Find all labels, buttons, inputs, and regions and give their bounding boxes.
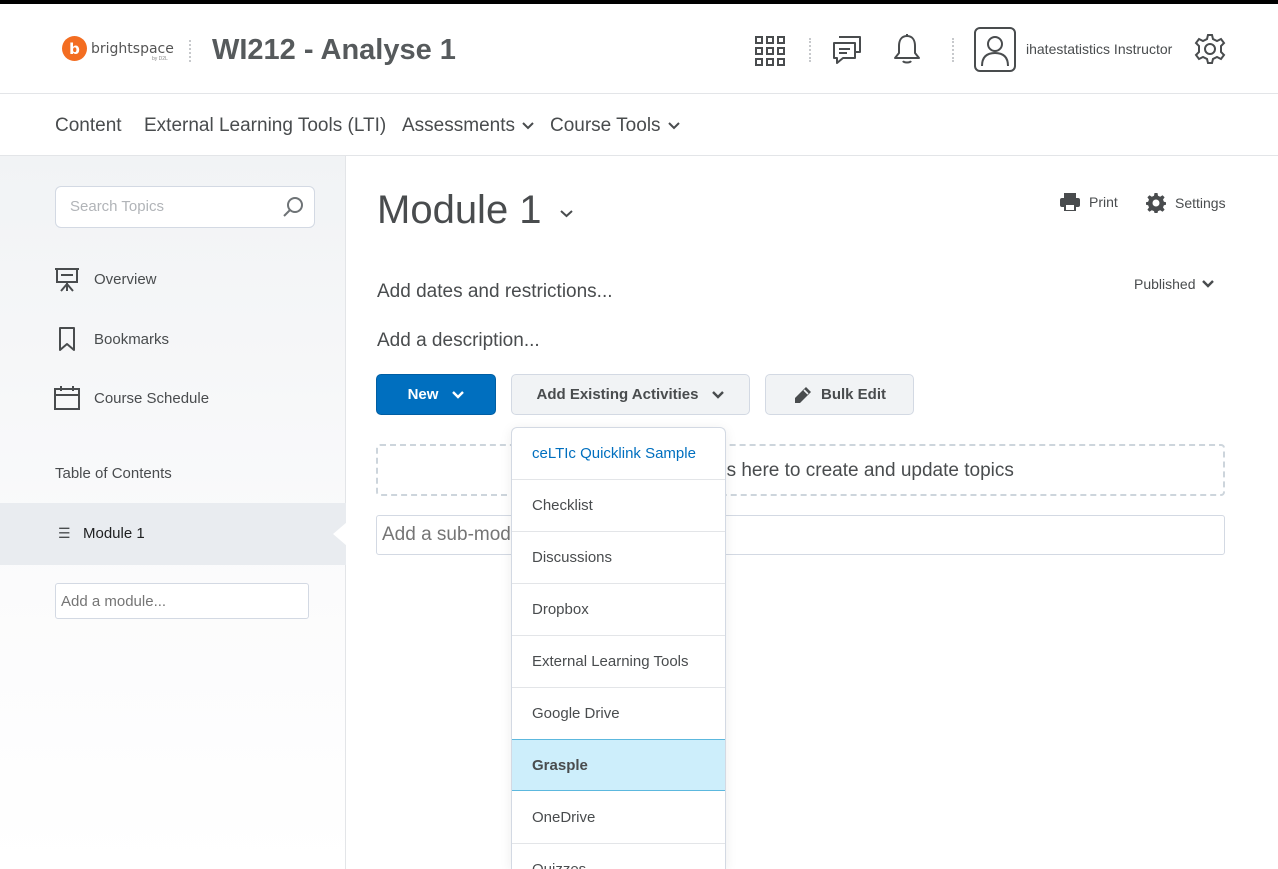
user-name[interactable]: ihatestatistics Instructor <box>1026 41 1172 57</box>
menu-item-label: Quizzes <box>532 861 586 869</box>
logo-sub: by D2L <box>152 56 168 62</box>
menu-item-checklist[interactable]: Checklist <box>512 480 725 532</box>
print-button[interactable]: Print <box>1060 193 1118 211</box>
new-button-label: New <box>407 386 439 403</box>
menu-item-label: OneDrive <box>532 809 596 826</box>
chevron-down-icon <box>522 122 534 130</box>
menu-item-label: Checklist <box>532 497 593 514</box>
bulk-edit-label: Bulk Edit <box>820 386 886 403</box>
nav-content[interactable]: Content <box>55 115 122 137</box>
nav-assessments[interactable]: Assessments <box>402 115 534 137</box>
sidebar-item-bookmarks[interactable]: Bookmarks <box>54 326 169 352</box>
gear-icon <box>1146 193 1166 213</box>
add-module-box <box>55 583 309 619</box>
presentation-icon <box>55 268 79 292</box>
sidebar-module-1[interactable]: ☰ Module 1 <box>0 503 347 565</box>
nav-label: External Learning Tools (LTI) <box>144 115 387 136</box>
chevron-down-icon <box>667 122 680 130</box>
course-title[interactable]: WI212 - Analyse 1 <box>212 34 456 67</box>
search-topics-input[interactable] <box>70 198 270 215</box>
sidebar: Overview Bookmarks Course Schedule Table… <box>0 156 347 869</box>
header-divider <box>952 38 954 62</box>
logo-text: brightspace <box>91 40 174 57</box>
chevron-down-icon <box>712 390 725 399</box>
drag-handle-icon[interactable]: ☰ <box>58 525 71 542</box>
logo-mark: b <box>62 36 87 61</box>
search-icon[interactable] <box>282 196 304 223</box>
chevron-down-icon <box>1201 280 1214 288</box>
add-module-input[interactable] <box>61 593 301 610</box>
user-avatar-icon[interactable] <box>974 27 1016 72</box>
sidebar-item-label: Bookmarks <box>94 330 170 348</box>
brightspace-logo[interactable]: b brightspace by D2L <box>62 36 174 62</box>
add-submodule-box <box>376 515 1225 555</box>
new-button[interactable]: New <box>376 374 496 415</box>
add-dates-link[interactable]: Add dates and restrictions... <box>377 281 613 303</box>
module-title-text: Module 1 <box>377 188 542 232</box>
selected-notch <box>333 522 347 546</box>
search-topics-box <box>55 186 315 228</box>
nav-external-learning-tools[interactable]: External Learning Tools (LTI) <box>144 115 386 137</box>
drop-zone[interactable]: es here to create and update topics <box>376 444 1225 496</box>
print-label: Print <box>1089 194 1118 210</box>
module-title[interactable]: Module 1 <box>377 188 573 233</box>
bookmark-icon <box>59 327 75 351</box>
gear-icon[interactable] <box>1194 33 1226 65</box>
menu-item-label: Google Drive <box>532 705 620 722</box>
menu-item-google-drive[interactable]: Google Drive <box>512 688 725 740</box>
settings-button[interactable]: Settings <box>1146 193 1226 213</box>
bulk-edit-button[interactable]: Bulk Edit <box>765 374 914 415</box>
menu-item-label: Dropbox <box>532 601 589 618</box>
menu-item-external-learning-tools[interactable]: External Learning Tools <box>512 636 725 688</box>
nav-label: Content <box>55 115 122 136</box>
bell-icon[interactable] <box>892 33 922 65</box>
menu-item-celtic-quicklink-sample[interactable]: ceLTIc Quicklink Sample <box>512 428 725 480</box>
waffle-grid-icon[interactable] <box>755 36 785 66</box>
chevron-down-icon[interactable] <box>559 209 573 218</box>
add-submodule-input[interactable] <box>382 524 1182 546</box>
table-of-contents-label: Table of Contents <box>55 465 172 482</box>
drop-zone-text: es here to create and update topics <box>716 460 1014 481</box>
published-status-dropdown[interactable]: Published <box>1134 276 1214 292</box>
chevron-down-icon <box>452 390 465 399</box>
header-divider <box>189 40 191 62</box>
menu-item-quizzes[interactable]: Quizzes <box>512 844 725 869</box>
nav-label: Course Tools <box>550 115 661 136</box>
add-existing-activities-button[interactable]: Add Existing Activities <box>511 374 750 415</box>
nav-course-tools[interactable]: Course Tools <box>550 115 680 137</box>
calendar-icon <box>54 386 80 410</box>
settings-label: Settings <box>1175 195 1226 211</box>
add-description-link[interactable]: Add a description... <box>377 330 540 352</box>
status-label: Published <box>1134 276 1196 292</box>
menu-item-discussions[interactable]: Discussions <box>512 532 725 584</box>
header-divider <box>809 38 811 62</box>
course-navbar: Content External Learning Tools (LTI) As… <box>0 95 1278 156</box>
menu-item-label: Grasple <box>532 757 588 774</box>
menu-item-dropbox[interactable]: Dropbox <box>512 584 725 636</box>
module-label: Module 1 <box>83 525 145 542</box>
sidebar-item-overview[interactable]: Overview <box>54 266 157 292</box>
printer-icon <box>1060 193 1080 211</box>
nav-label: Assessments <box>402 115 515 136</box>
header: b brightspace by D2L WI212 - Analyse 1 i… <box>0 4 1278 94</box>
add-existing-activities-menu: ceLTIc Quicklink Sample Checklist Discus… <box>511 427 726 869</box>
sidebar-item-course-schedule[interactable]: Course Schedule <box>54 385 209 411</box>
add-existing-label: Add Existing Activities <box>536 386 699 403</box>
menu-item-label: ceLTIc Quicklink Sample <box>532 445 696 462</box>
menu-item-label: Discussions <box>532 549 613 566</box>
menu-item-grasple[interactable]: Grasple <box>512 739 725 791</box>
sidebar-item-label: Course Schedule <box>94 389 210 407</box>
pencil-icon <box>793 385 813 405</box>
sidebar-item-label: Overview <box>94 270 157 288</box>
menu-item-onedrive[interactable]: OneDrive <box>512 792 725 844</box>
menu-item-label: External Learning Tools <box>532 653 689 670</box>
chat-icon[interactable] <box>831 34 863 66</box>
